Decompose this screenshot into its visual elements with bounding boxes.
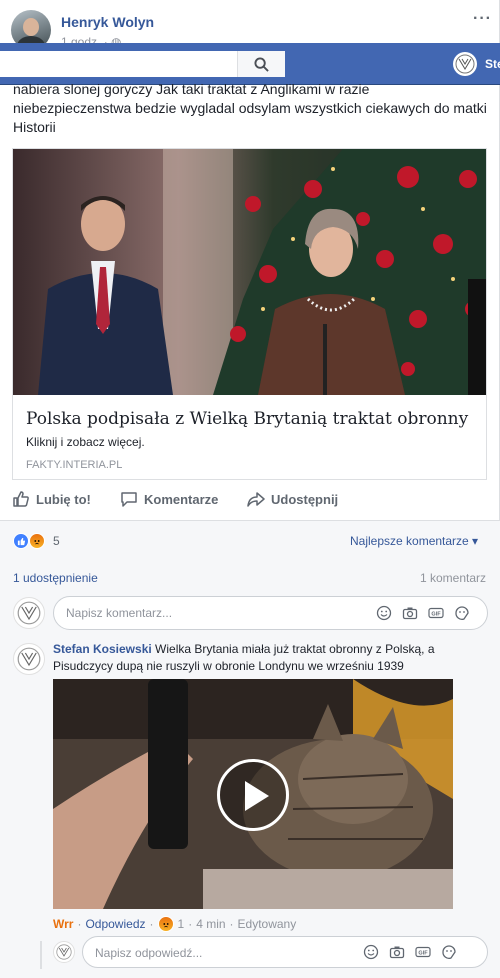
reply-button[interactable]: Odpowiedz [85, 917, 145, 931]
sticker-icon[interactable] [441, 944, 457, 960]
link-domain: FAKTY.INTERIA.PL [26, 459, 123, 471]
comment-reaction-count[interactable]: 1 [178, 917, 185, 931]
my-avatar-small [53, 941, 75, 963]
search-input[interactable] [0, 51, 285, 77]
comment-body: Stefan Kosiewski Wielka Brytania miała j… [53, 641, 483, 675]
comment-edited-label[interactable]: Edytowany [238, 917, 297, 931]
comment-input[interactable]: Napisz komentarz... GIF [53, 596, 488, 630]
link-preview[interactable]: Polska podpisała z Wielką Brytanią trakt… [12, 148, 487, 480]
profile-avatar[interactable] [453, 52, 477, 76]
link-title[interactable]: Polska podpisała z Wielką Brytanią trakt… [26, 409, 468, 429]
comment-button[interactable]: Komentarze [120, 490, 218, 508]
search-icon [254, 56, 269, 72]
comment-input-placeholder: Napisz komentarz... [66, 606, 173, 620]
reactions-summary[interactable]: 5 [13, 533, 60, 549]
camera-icon[interactable] [402, 605, 418, 621]
emoji-icon[interactable] [363, 944, 379, 960]
reply-thread-line [40, 941, 42, 969]
svg-text:GIF: GIF [431, 612, 441, 618]
user-logo-icon [17, 601, 41, 625]
angry-reaction-icon [157, 916, 174, 932]
post-options-button[interactable]: ··· [473, 10, 492, 28]
post-card: Henryk Wolyn 1 godz. · ◍ ··· Stefan nabi… [0, 0, 500, 978]
facebook-top-bar: Stefan [0, 43, 500, 85]
comment-time[interactable]: 4 min [196, 917, 225, 931]
profile-name-link[interactable]: Stefan [485, 57, 500, 71]
share-label: Udostępnij [271, 491, 339, 507]
like-button[interactable]: Lubię to! [12, 490, 91, 508]
sticker-icon[interactable] [454, 605, 470, 621]
reaction-count: 5 [53, 534, 60, 548]
comment-video[interactable] [53, 679, 453, 909]
search-button[interactable] [237, 51, 285, 77]
gif-icon[interactable]: GIF [428, 605, 444, 621]
shares-count[interactable]: 1 udostępnienie [13, 571, 98, 585]
comments-section: 5 Najlepsze komentarze ▾ 1 udostępnienie… [0, 520, 500, 978]
user-logo-icon [455, 54, 475, 74]
svg-text:GIF: GIF [418, 951, 428, 957]
comment-author[interactable]: Stefan Kosiewski [53, 642, 152, 656]
emoji-icon[interactable] [376, 605, 392, 621]
share-icon [247, 492, 265, 507]
like-label: Lubię to! [36, 491, 91, 507]
commenter-avatar[interactable] [13, 643, 45, 675]
action-bar: Lubię to! Komentarze Udostępnij [0, 482, 500, 520]
post-header: Henryk Wolyn 1 godz. · ◍ ··· [0, 0, 500, 50]
reply-author-link[interactable]: Wrr [53, 917, 73, 931]
comments-count[interactable]: 1 komentarz [420, 571, 486, 585]
play-icon [245, 781, 269, 811]
my-avatar [13, 597, 45, 629]
share-button[interactable]: Udostępnij [247, 490, 338, 508]
link-subtitle: Kliknij i zobacz więcej. [26, 435, 145, 449]
like-reaction-icon [13, 533, 29, 549]
comment-sort-dropdown[interactable]: Najlepsze komentarze ▾ [350, 534, 478, 548]
gif-icon[interactable]: GIF [415, 944, 431, 960]
reply-input[interactable]: Napisz odpowiedź... GIF [82, 936, 488, 968]
post-text: nabiera slonej goryczy Jak taki traktat … [13, 81, 487, 135]
reply-input-placeholder: Napisz odpowiedź... [95, 946, 203, 960]
comment-label: Komentarze [144, 491, 219, 507]
user-logo-icon [17, 647, 41, 671]
comment-icon [121, 492, 137, 507]
author-name[interactable]: Henryk Wolyn [61, 14, 154, 30]
angry-reaction-icon [29, 533, 45, 549]
link-preview-image[interactable] [13, 149, 486, 395]
comment-meta: Wrr · Odpowiedz · 1 · 4 min · Edytowany [53, 916, 297, 932]
camera-icon[interactable] [389, 944, 405, 960]
news-photo [13, 149, 486, 395]
user-logo-icon [56, 944, 72, 960]
play-button[interactable] [217, 759, 289, 831]
thumbs-up-icon [13, 491, 29, 507]
